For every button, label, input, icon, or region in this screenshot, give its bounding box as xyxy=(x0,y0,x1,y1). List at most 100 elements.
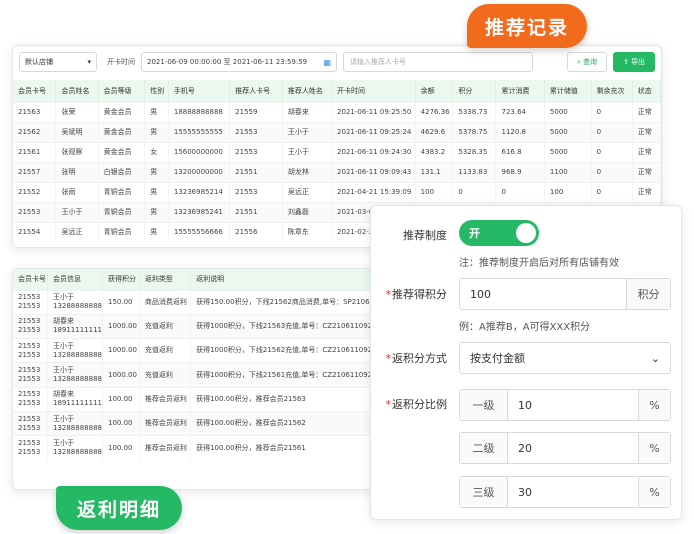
table-cell: 21553 xyxy=(229,141,283,162)
records-header-row: 会员卡号 会员姓名 会员等级 性别 手机号 推荐人卡号 推荐人姓名 开卡时间 余额 积分 累计消费累… xyxy=(13,80,661,102)
store-select[interactable]: 默认店铺 ▾ xyxy=(19,52,97,72)
table-cell: 21553 xyxy=(13,201,57,222)
member-name: 王小于 xyxy=(52,414,74,423)
table-cell: 0 xyxy=(495,181,545,202)
member-card-number: 21553 xyxy=(18,341,41,350)
rebate-card-cell: 21553 21553 xyxy=(13,313,48,339)
table-cell: 4629.6 xyxy=(415,121,454,142)
rebate-details-tag: 返利明细 xyxy=(56,486,182,530)
level-3-name: 三级 xyxy=(460,477,508,507)
table-row[interactable]: 21557 张明 白银会员男 13200000000 21551 胡龙林 2021-06-1… xyxy=(13,161,661,182)
table-cell: 胡龙林 xyxy=(282,161,333,182)
rebate-card-cell: 21553 21553 xyxy=(13,289,48,315)
referrer-card-search-input[interactable]: 请输入推荐人卡号 xyxy=(343,52,533,72)
records-column-header: 累计消费 xyxy=(495,80,545,102)
date-range-value: 2021-06-09 00:00:00 至 2021-06-11 23:59:5… xyxy=(147,58,308,66)
rebate-column-header: 会员信息 xyxy=(47,269,103,290)
rebate-card-cell: 21553 21553 xyxy=(13,338,48,363)
table-cell: 黄金会员 xyxy=(98,121,146,142)
table-cell: 21553 xyxy=(229,181,283,202)
table-cell: 男 xyxy=(144,201,169,222)
level-3-input[interactable]: 三级 30 % xyxy=(459,476,671,508)
rebate-type-cell: 充值返利 xyxy=(139,313,192,339)
level-1-input[interactable]: 一级 10 % xyxy=(459,389,671,421)
member-card-number: 21553 xyxy=(18,326,41,335)
table-cell: 21553 xyxy=(229,121,283,142)
member-card-number: 21553 xyxy=(18,399,41,408)
table-cell: 4276.36 xyxy=(415,101,454,122)
member-card-number: 21553 xyxy=(18,293,41,302)
points-example: 例：A推荐B，A可得XXX积分 xyxy=(459,322,591,333)
table-row[interactable]: 21553 21553 王小于 13288888888 150.00 商品消费返利 获得15… xyxy=(13,289,391,315)
member-phone: 13288888888 xyxy=(52,350,102,359)
table-cell: 男 xyxy=(144,121,169,142)
rebate-points-cell: 100.00 xyxy=(102,410,140,436)
points-value: 100 xyxy=(470,287,491,301)
table-row[interactable]: 21562 吴斌明 黄金会员男 15555555555 21553 王小于 2021-06-… xyxy=(13,121,661,142)
member-name: 王小于 xyxy=(52,366,74,375)
rebate-details-tag-label: 返利明细 xyxy=(76,498,161,521)
system-note: 注：推荐制度开启后对所有店铺有效 xyxy=(459,258,619,269)
open-time-label: 开卡时间 xyxy=(107,58,135,66)
table-row[interactable]: 21553 21553 王小于 13288888888 100.00 推荐会员返利 获得10… xyxy=(13,410,391,436)
table-cell: 吴远正 xyxy=(55,221,99,242)
table-cell: 1100 xyxy=(544,161,592,182)
rebate-info-cell: 王小于 13288888888 xyxy=(47,289,103,315)
table-cell: 王小于 xyxy=(282,121,333,142)
table-cell: 21551 xyxy=(229,161,283,182)
table-cell: 正常 xyxy=(632,121,661,142)
search-placeholder: 请输入推荐人卡号 xyxy=(350,58,406,66)
table-cell: 黄金会员 xyxy=(98,101,146,122)
records-column-header: 性别 xyxy=(144,80,169,102)
member-phone: 18911111111 xyxy=(52,326,102,335)
level-2-input[interactable]: 二级 20 % xyxy=(459,432,671,464)
records-column-header: 开卡时间 xyxy=(331,80,416,102)
rebate-type-cell: 充值返利 xyxy=(139,338,192,363)
table-cell: 5338.73 xyxy=(452,101,497,122)
store-select-value: 默认店铺 xyxy=(25,58,53,66)
member-phone: 18911111111 xyxy=(52,399,102,408)
member-phone: 13288888888 xyxy=(52,375,102,384)
table-cell: 2021-06-11 09:25:24 xyxy=(331,121,416,142)
rebate-desc-cell: 获得1000积分，下线21563充值,单号：CZ2106110926524 xyxy=(190,313,391,339)
method-value: 按支付金额 xyxy=(470,352,525,365)
member-phone: 13288888888 xyxy=(52,423,102,432)
recommend-records-tag-label: 推荐记录 xyxy=(484,16,569,39)
rebate-card-cell: 21553 21553 xyxy=(13,410,48,436)
system-toggle[interactable]: 开 xyxy=(459,220,539,246)
method-label-text: 返积分方式 xyxy=(392,352,447,365)
table-cell: 青铜会员 xyxy=(98,181,146,202)
table-cell: 5378.75 xyxy=(452,121,497,142)
table-row[interactable]: 21563 张荣 黄金会员男 18888888888 21559 胡春来 2021-06-1… xyxy=(13,101,661,122)
table-row[interactable]: 21553 21553 胡春来 18911111111 1000.00 充值返利 获得100… xyxy=(13,313,391,339)
table-row[interactable]: 21553 21553 王小于 13288888888 100.00 推荐会员返利 获得10… xyxy=(13,435,391,461)
rebate-points-cell: 100.00 xyxy=(102,435,140,461)
ratio-label-text: 返积分比例 xyxy=(392,398,447,411)
date-range-picker[interactable]: 2021-06-09 00:00:00 至 2021-06-11 23:59:5… xyxy=(141,52,337,72)
table-cell: 正常 xyxy=(632,161,661,182)
rebate-info-cell: 王小于 13288888888 xyxy=(47,435,103,461)
member-card-number: 21553 xyxy=(18,423,41,432)
table-row[interactable]: 21552 张雨 青铜会员男 13236985214 21553 吴远正 2021-04-2… xyxy=(13,181,661,202)
rebate-column-header: 返利说明 xyxy=(190,269,391,290)
member-name: 王小于 xyxy=(52,341,74,350)
records-column-header: 积分 xyxy=(452,80,497,102)
table-row[interactable]: 21553 21553 王小于 13288888888 1000.00 充值返利 获得100… xyxy=(13,362,391,388)
table-cell: 21557 xyxy=(13,161,57,182)
method-select[interactable]: 按支付金额 ⌄ xyxy=(459,342,671,374)
points-input[interactable]: 100 积分 xyxy=(459,278,671,310)
table-cell: 13200000000 xyxy=(168,161,231,182)
table-cell: 胡春来 xyxy=(282,101,333,122)
method-label: *返积分方式 xyxy=(385,352,448,365)
rebate-body: 21553 21553 王小于 13288888888 150.00 商品消费返利 获得15… xyxy=(13,289,391,461)
table-row[interactable]: 21553 21553 王小于 13288888888 1000.00 充值返利 获得100… xyxy=(13,338,391,363)
query-button-label: 查询 xyxy=(582,58,597,66)
query-button[interactable]: ⌕ 查询 xyxy=(567,52,607,72)
export-button[interactable]: ⇪ 导出 xyxy=(613,52,655,72)
table-cell: 100 xyxy=(415,181,454,202)
table-row[interactable]: 21561 张观察 黄金会员女 15600000000 21553 王小于 2021-06-… xyxy=(13,141,661,162)
table-cell: 青铜会员 xyxy=(98,221,146,242)
member-card-number: 21553 xyxy=(18,448,41,457)
table-row[interactable]: 21553 21553 胡春来 18911111111 100.00 推荐会员返利 获得10… xyxy=(13,386,391,412)
table-cell: 131.1 xyxy=(415,161,454,182)
